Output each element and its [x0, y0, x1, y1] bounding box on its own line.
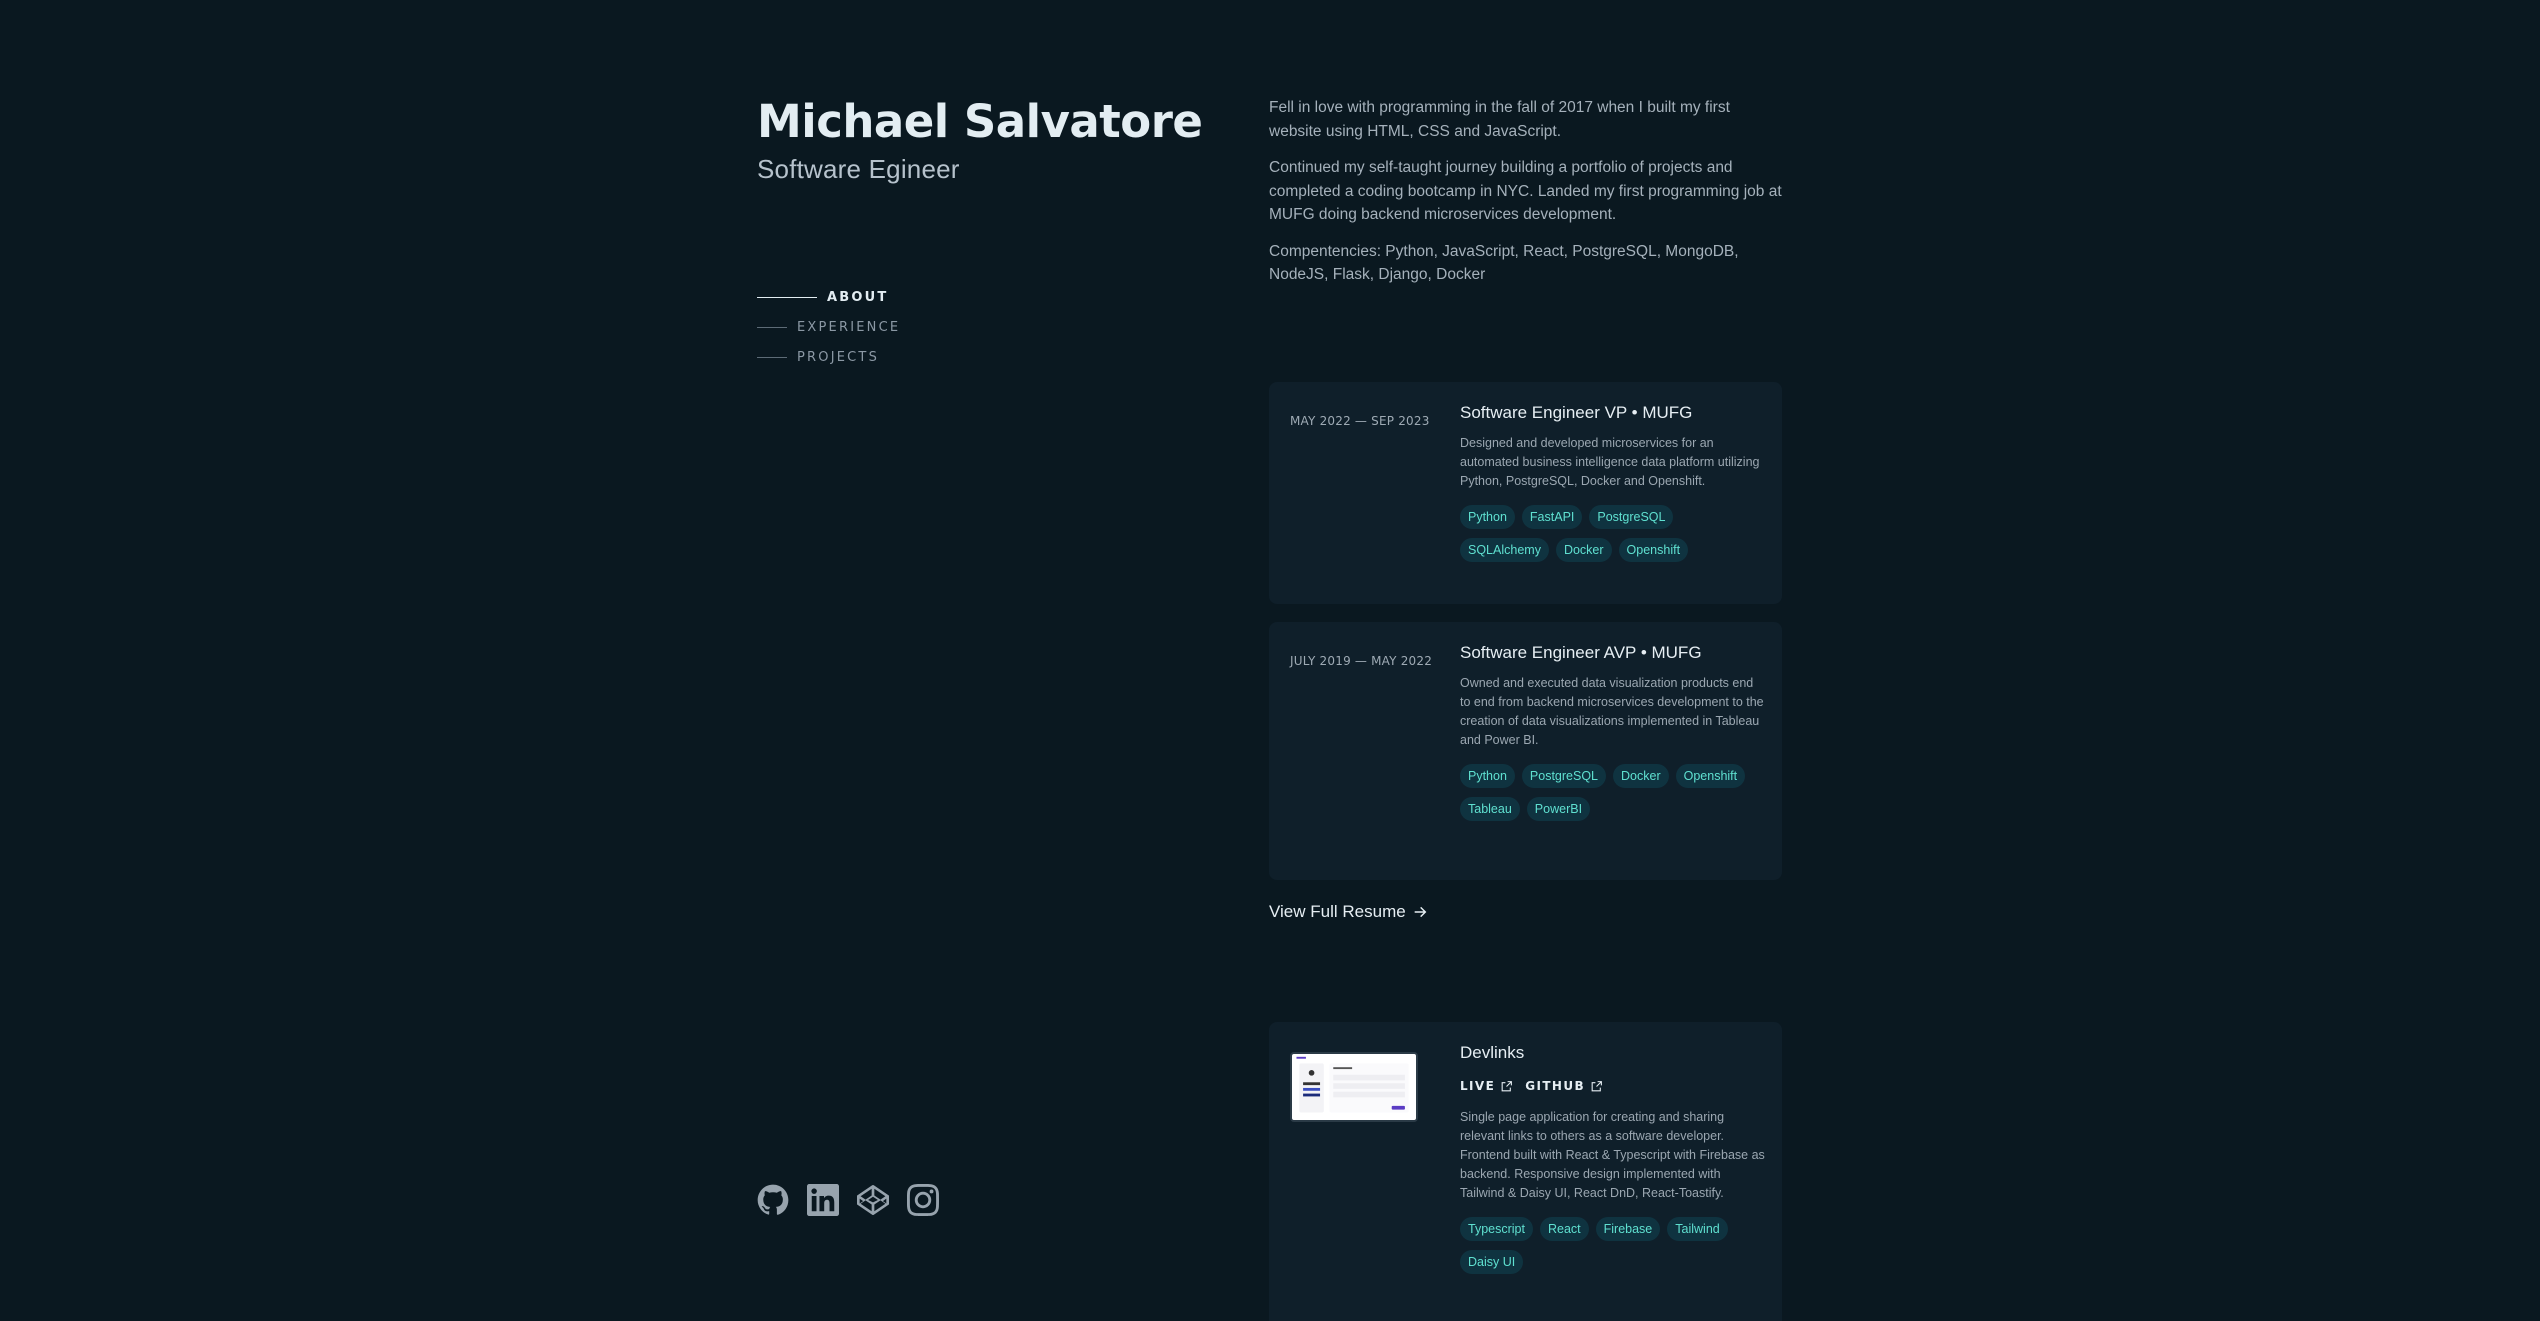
tech-tag: React — [1539, 1217, 1589, 1241]
about-paragraph: Fell in love with programming in the fal… — [1269, 99, 1730, 140]
tech-tag: Typescript — [1460, 1217, 1533, 1241]
tech-tag: Tableau — [1460, 797, 1520, 821]
nav-indicator-line — [757, 326, 787, 328]
tech-tag: FastAPI — [1521, 505, 1583, 529]
experience-description: Designed and developed microservices for… — [1460, 436, 1760, 488]
nav-indicator-line — [757, 356, 787, 358]
tech-tag: PostgreSQL — [1589, 505, 1674, 529]
github-icon[interactable] — [757, 1184, 789, 1216]
tech-tag: Python — [1460, 764, 1515, 788]
project-title: Devlinks — [1460, 1043, 1525, 1062]
profile-role: Software Egineer — [757, 154, 960, 184]
experience-card[interactable]: MAY 2022 — SEP 2023 Software Engineer VP… — [1269, 382, 1782, 604]
experience-title: Software Engineer AVP • MUFG — [1460, 643, 1702, 662]
github-link-label: GITHUB — [1525, 1079, 1586, 1093]
experience-description: Owned and executed data visualization pr… — [1460, 676, 1764, 747]
external-link-icon — [1591, 1080, 1602, 1091]
about-paragraph: Compentencies: Python, JavaScript, React… — [1269, 242, 1739, 284]
arrow-right-icon — [1414, 906, 1427, 918]
header: Michael Salvatore Software Egineer — [757, 96, 1257, 185]
tech-tag: Firebase — [1595, 1217, 1661, 1241]
experience-date: MAY 2022 — SEP 2023 — [1290, 414, 1430, 428]
project-body: Devlinks LIVE GITHUB Single page applica… — [1460, 1043, 1765, 1274]
view-resume-label: View Full Resume — [1269, 902, 1406, 921]
nav-item-about[interactable]: ABOUT — [757, 282, 900, 312]
tech-tag: SQLAlchemy — [1460, 538, 1549, 562]
tech-tag: PowerBI — [1526, 797, 1591, 821]
live-link[interactable]: LIVE — [1460, 1079, 1513, 1093]
linkedin-icon[interactable] — [807, 1184, 839, 1216]
nav-label: EXPERIENCE — [797, 319, 901, 335]
codepen-icon[interactable] — [857, 1184, 889, 1216]
experience-body: Software Engineer VP • MUFG Designed and… — [1460, 403, 1765, 562]
view-resume-link[interactable]: View Full Resume — [1269, 902, 1428, 922]
tech-tag: Openshift — [1618, 538, 1689, 562]
live-link-label: LIVE — [1460, 1079, 1496, 1093]
tag-list: Python PostgreSQL Docker Openshift Table… — [1460, 764, 1765, 821]
tech-tag: Docker — [1613, 764, 1669, 788]
project-screenshot-image — [1293, 1054, 1415, 1120]
nav-item-projects[interactable]: PROJECTS — [757, 342, 900, 372]
nav-label: PROJECTS — [797, 349, 880, 365]
experience-date: JULY 2019 — MAY 2022 — [1290, 654, 1433, 668]
tech-tag: Python — [1460, 505, 1515, 529]
github-link[interactable]: GITHUB — [1525, 1079, 1603, 1093]
instagram-icon[interactable] — [907, 1184, 939, 1216]
experience-card[interactable]: JULY 2019 — MAY 2022 Software Engineer A… — [1269, 622, 1782, 880]
tech-tag: Daisy UI — [1460, 1250, 1524, 1274]
external-link-icon — [1501, 1080, 1513, 1091]
experience-body: Software Engineer AVP • MUFG Owned and e… — [1460, 643, 1765, 821]
project-card[interactable]: Devlinks LIVE GITHUB Single page applica… — [1269, 1022, 1782, 1321]
project-links: LIVE GITHUB — [1460, 1079, 1765, 1093]
section-nav: ABOUT EXPERIENCE PROJECTS — [757, 282, 900, 372]
page: Michael Salvatore Software Egineer ABOUT… — [0, 0, 2540, 1321]
experience-title: Software Engineer VP • MUFG — [1460, 403, 1693, 422]
nav-indicator-line — [757, 296, 817, 298]
project-thumbnail — [1290, 1052, 1418, 1122]
social-links — [757, 1184, 939, 1216]
nav-label: ABOUT — [827, 289, 889, 305]
about-paragraph: Continued my self-taught journey buildin… — [1269, 159, 1782, 223]
about-section: Fell in love with programming in the fal… — [1269, 96, 1782, 300]
nav-item-experience[interactable]: EXPERIENCE — [757, 312, 900, 342]
project-description: Single page application for creating and… — [1460, 1110, 1765, 1200]
tech-tag: Tailwind — [1667, 1217, 1728, 1241]
tag-list: Typescript React Firebase Tailwind Daisy… — [1460, 1217, 1765, 1274]
tech-tag: PostgreSQL — [1521, 764, 1607, 788]
tag-list: Python FastAPI PostgreSQL SQLAlchemy Doc… — [1460, 505, 1765, 562]
tech-tag: Openshift — [1675, 764, 1746, 788]
profile-name: Michael Salvatore — [757, 95, 1203, 148]
tech-tag: Docker — [1555, 538, 1612, 562]
